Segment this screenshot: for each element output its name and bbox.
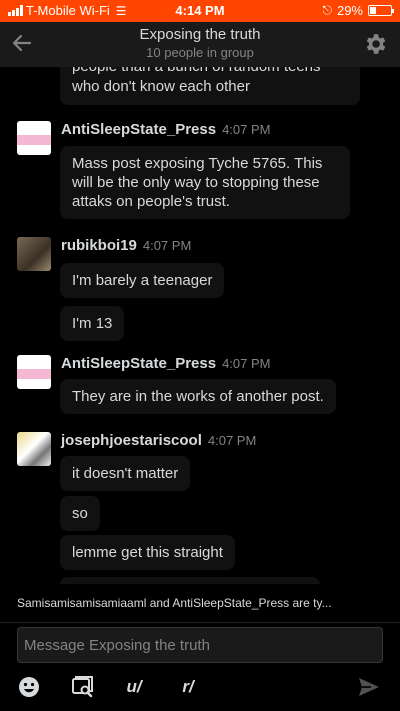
message-text: people than a bunch of random teens xyxy=(72,67,348,77)
username[interactable]: rubikboi19 xyxy=(61,237,137,254)
timestamp: 4:07 PM xyxy=(142,238,192,253)
status-bar: T-Mobile Wi-Fi ☰ 4:14 PM ⎋ 29% xyxy=(0,0,400,22)
username[interactable]: AntiSleepState_Press xyxy=(61,355,216,372)
timestamp: 4:07 PM xyxy=(222,356,271,371)
message-composer: u/ r/ xyxy=(0,622,400,711)
message-bubble: I'm 13 xyxy=(60,306,125,341)
send-icon[interactable] xyxy=(356,675,382,699)
headphones-icon: ⎋ xyxy=(322,3,332,17)
message-text: it doesn't matter xyxy=(72,465,179,482)
message-text: so xyxy=(72,505,88,522)
avatar[interactable] xyxy=(17,237,51,271)
message-header: rubikboi19 4:07 PM xyxy=(61,237,191,254)
subreddit-mention-button[interactable]: r/ xyxy=(174,675,202,699)
message-bubble: Mass post exposing Tyche 5765. This will… xyxy=(60,146,350,219)
typing-indicator: Samisamisamisamiaaml and AntiSleepState_… xyxy=(0,584,400,622)
group-title: Exposing the truth xyxy=(139,26,261,43)
message-bubble: lemme get this straight xyxy=(60,535,235,570)
message-header: AntiSleepState_Press 4:07 PM xyxy=(61,355,271,372)
avatar[interactable] xyxy=(17,355,51,389)
username[interactable]: AntiSleepState_Press xyxy=(61,121,216,138)
message-text: lemme get this straight xyxy=(72,544,223,561)
message-text: I'm 13 xyxy=(72,315,113,332)
user-mention-button[interactable]: u/ xyxy=(120,675,148,699)
message-bubble: I'm barely a teenager xyxy=(60,263,225,298)
emoji-icon[interactable] xyxy=(17,675,41,699)
message-bubble: people than a bunch of random teens who … xyxy=(60,67,360,105)
message-bubble: it doesn't matter xyxy=(60,456,191,491)
message-bubble: They are in the works of another post. xyxy=(60,379,336,414)
chat-header: Exposing the truth 10 people in group xyxy=(0,22,400,67)
member-count: 10 people in group xyxy=(146,45,254,60)
message-text: Mass post exposing Tyche 5765. This will… xyxy=(72,155,323,210)
message-input[interactable] xyxy=(17,627,383,663)
status-right: ⎋ 29% xyxy=(322,3,394,18)
message-header: AntiSleepState_Press 4:07 PM xyxy=(61,121,271,138)
avatar[interactable] xyxy=(17,121,51,155)
image-search-icon[interactable] xyxy=(71,675,95,699)
message-text: They are in the works of another post. xyxy=(72,388,324,405)
message-bubble: so xyxy=(60,496,100,531)
username[interactable]: josephjoestariscool xyxy=(61,432,202,449)
battery-fill xyxy=(370,7,376,14)
battery-percent: 29% xyxy=(336,3,363,18)
timestamp: 4:07 PM xyxy=(222,122,271,137)
timestamp: 4:07 PM xyxy=(207,433,257,448)
message-bubble xyxy=(60,577,320,584)
message-header: josephjoestariscool 4:07 PM xyxy=(61,432,256,449)
avatar[interactable] xyxy=(17,432,51,466)
gear-icon[interactable] xyxy=(362,31,388,57)
message-text: I'm barely a teenager xyxy=(72,272,213,289)
message-text: who don't know each other xyxy=(72,78,250,95)
message-list[interactable]: people than a bunch of random teens who … xyxy=(0,67,400,584)
battery-icon xyxy=(368,5,394,16)
